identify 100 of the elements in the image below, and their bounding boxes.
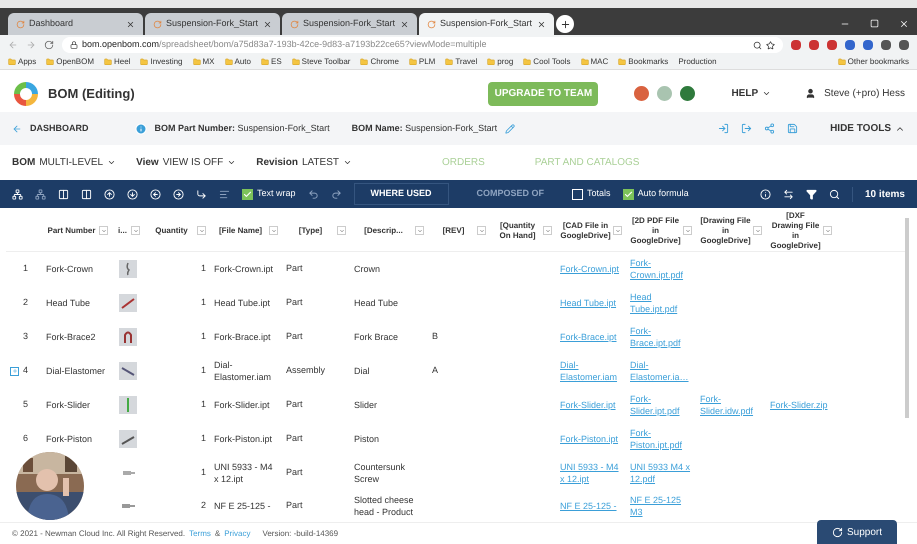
save-icon[interactable]: [787, 123, 798, 134]
filter-button[interactable]: [269, 226, 278, 235]
folder-icon: [580, 58, 589, 66]
menu-selector[interactable]: View VIEW IS OFF: [136, 155, 236, 170]
search-icon[interactable]: [753, 40, 762, 50]
filter-button[interactable]: [613, 226, 622, 235]
share-icon[interactable]: [764, 123, 776, 134]
redo-icon[interactable]: [330, 188, 342, 200]
new-tab-button[interactable]: [556, 15, 574, 33]
auto-formula-checkbox[interactable]: [622, 188, 634, 200]
move-down-icon[interactable]: [127, 188, 138, 200]
browser-tab[interactable]: Suspension-Fork_Start: [419, 13, 554, 35]
close-icon[interactable]: [899, 19, 909, 29]
reload-icon[interactable]: [44, 40, 54, 50]
table-cell: 1: [200, 467, 206, 478]
close-icon[interactable]: [263, 20, 272, 28]
bookmark[interactable]: Other bookmarks: [848, 56, 909, 68]
dashboard-link[interactable]: DASHBOARD: [30, 122, 88, 136]
row-number: 6: [23, 432, 28, 446]
bookmark[interactable]: Cool Tools: [533, 56, 571, 68]
row-number: 1: [23, 262, 28, 276]
view-toggle[interactable]: COMPOSED OF: [460, 183, 560, 205]
caret-icon: [478, 228, 484, 234]
filter-button[interactable]: [99, 226, 108, 235]
folder-icon: [523, 58, 532, 66]
filter-button[interactable]: [337, 226, 346, 235]
tab-title: Suspension-Fork_Start: [303, 17, 396, 30]
checkbox-label: Auto formula: [638, 187, 689, 200]
table-cell-text: Crown: [354, 263, 382, 275]
table-cell: 1: [200, 263, 206, 274]
avatar[interactable]: [634, 86, 650, 101]
filter-button[interactable]: [823, 226, 832, 235]
move-up-icon[interactable]: [104, 188, 115, 200]
table-cell: 1: [200, 433, 206, 444]
swap-icon[interactable]: [782, 188, 794, 200]
bookmark[interactable]: Bookmarks: [628, 56, 668, 68]
filter-button[interactable]: [131, 226, 140, 235]
menu-selector[interactable]: BOM MULTI-LEVEL: [12, 155, 116, 170]
bookmark[interactable]: MX: [202, 56, 215, 68]
filter-button[interactable]: [415, 226, 424, 235]
bookmark[interactable]: Chrome: [370, 56, 399, 68]
hide-tools-button[interactable]: HIDE TOOLS: [830, 121, 905, 136]
column-header: [Type]: [298, 226, 324, 236]
totals-checkbox[interactable]: [572, 188, 584, 200]
browser-tab[interactable]: Suspension-Fork_Start: [145, 13, 280, 35]
browser-tab[interactable]: Suspension-Fork_Start: [282, 13, 417, 35]
close-icon[interactable]: [400, 20, 409, 28]
info-icon[interactable]: [760, 188, 771, 200]
import-icon[interactable]: [718, 123, 730, 134]
filter-button[interactable]: [477, 226, 486, 235]
back-arrow-icon[interactable]: [12, 124, 22, 134]
support-button[interactable]: Support: [817, 520, 897, 544]
expand-button[interactable]: [10, 366, 19, 376]
filter-button[interactable]: [197, 226, 206, 235]
undo-icon[interactable]: [308, 188, 319, 200]
bookmark[interactable]: Investing: [150, 56, 183, 68]
filter-button[interactable]: [683, 226, 692, 235]
table-cell: Part: [286, 500, 303, 510]
bookmark[interactable]: Travel: [455, 56, 478, 68]
scrollbar[interactable]: [905, 218, 909, 418]
column-header: i...: [117, 226, 128, 236]
move-left-icon[interactable]: [150, 188, 161, 200]
table-cell: Part: [286, 297, 303, 308]
hierarchy-icon[interactable]: [12, 188, 23, 200]
avatar[interactable]: [680, 86, 696, 101]
maximize-icon[interactable]: [870, 19, 879, 28]
filter-button[interactable]: [753, 226, 762, 235]
indent-icon[interactable]: [196, 188, 207, 200]
bookmark[interactable]: OpenBOM: [56, 56, 94, 68]
user-name[interactable]: Steve (+pro) Hess: [824, 86, 905, 101]
tab-title: Suspension-Fork_Start: [440, 17, 533, 30]
address-bar[interactable]: bom.openbom.com/spreadsheet/bom/a75d83a7-193b-42ce-9d83-a7193b22ce65?viewMode=multiple: [62, 37, 783, 53]
bookmark[interactable]: prog: [497, 56, 514, 68]
bookmark[interactable]: Heel: [114, 56, 130, 68]
bookmark[interactable]: Steve Toolbar: [302, 56, 350, 68]
version-text: Version: -build-14369: [262, 528, 338, 540]
help-menu[interactable]: HELP: [731, 86, 772, 101]
close-icon[interactable]: [126, 20, 135, 28]
bookmark[interactable]: ES: [270, 56, 282, 68]
bookmark[interactable]: Auto: [234, 56, 251, 68]
browser-tab[interactable]: Dashboard: [8, 13, 143, 35]
star-icon[interactable]: [766, 40, 775, 50]
bookmark[interactable]: Production: [678, 56, 717, 68]
table-cell-text: Fork Brace: [354, 331, 400, 343]
export-icon[interactable]: [741, 123, 752, 134]
align-icon[interactable]: [219, 188, 230, 200]
view-toggle[interactable]: WHERE USED: [354, 183, 449, 205]
edit-icon[interactable]: [505, 124, 516, 134]
caret-icon: [338, 228, 344, 234]
bookmark[interactable]: PLM: [418, 56, 436, 68]
folder-icon: [445, 58, 454, 66]
bookmark[interactable]: Apps: [18, 56, 36, 68]
menu-selector[interactable]: Revision LATEST: [256, 155, 352, 170]
filter-button[interactable]: [543, 226, 552, 235]
close-icon[interactable]: [537, 20, 546, 28]
move-right-icon[interactable]: [173, 188, 184, 200]
text-wrap-checkbox[interactable]: [242, 188, 253, 200]
part-thumbnail-icon: [119, 260, 137, 278]
bookmark[interactable]: MAC: [590, 56, 608, 68]
filter-icon[interactable]: [806, 188, 817, 200]
